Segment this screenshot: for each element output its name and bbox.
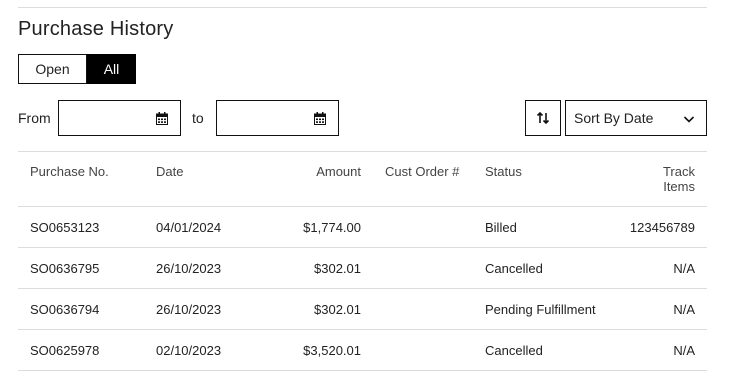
table-row[interactable]: SO0636795 26/10/2023 $302.01 Cancelled N… bbox=[18, 248, 707, 289]
table-row[interactable]: SO0636794 26/10/2023 $302.01 Pending Ful… bbox=[18, 289, 707, 330]
status-cell: Cancelled bbox=[485, 261, 543, 276]
header-track-line1: Track bbox=[662, 164, 695, 179]
amount-cell: $3,520.01 bbox=[303, 343, 361, 358]
purchase-no-cell[interactable]: SO0625978 bbox=[30, 343, 99, 358]
table-row[interactable]: SO0625978 02/10/2023 $3,520.01 Cancelled… bbox=[18, 330, 707, 371]
sort-by-value: Sort By Date bbox=[574, 110, 654, 126]
status-cell: Billed bbox=[485, 220, 517, 235]
header-amount[interactable]: Amount bbox=[316, 164, 361, 179]
header-date[interactable]: Date bbox=[156, 164, 183, 179]
table-header-row: Purchase No. Date Amount Cust Order # St… bbox=[18, 152, 707, 207]
from-date-input[interactable] bbox=[65, 101, 159, 135]
header-status[interactable]: Status bbox=[485, 164, 522, 179]
amount-cell: $1,774.00 bbox=[303, 220, 361, 235]
header-track-line2: Items bbox=[663, 179, 695, 194]
purchase-no-cell[interactable]: SO0636795 bbox=[30, 261, 99, 276]
page-title: Purchase History bbox=[18, 18, 174, 40]
header-cust-order[interactable]: Cust Order # bbox=[385, 164, 459, 179]
amount-cell: $302.01 bbox=[314, 261, 361, 276]
to-label: to bbox=[192, 110, 204, 126]
header-purchase-no[interactable]: Purchase No. bbox=[30, 164, 109, 179]
sort-by-select[interactable]: Sort By Date bbox=[565, 100, 707, 136]
to-date-input[interactable] bbox=[223, 101, 317, 135]
track-items-cell: N/A bbox=[673, 302, 695, 317]
purchase-no-cell[interactable]: SO0653123 bbox=[30, 220, 99, 235]
status-cell: Cancelled bbox=[485, 343, 543, 358]
date-cell: 02/10/2023 bbox=[156, 343, 222, 358]
track-items-cell[interactable]: 123456789 bbox=[630, 220, 695, 235]
to-date-field[interactable] bbox=[216, 100, 339, 136]
table-row[interactable]: SO0653123 04/01/2024 $1,774.00 Billed 12… bbox=[18, 207, 707, 248]
sort-direction-button[interactable] bbox=[525, 100, 561, 136]
date-cell: 26/10/2023 bbox=[156, 302, 222, 317]
header-track-items[interactable]: Track Items bbox=[663, 164, 695, 194]
date-cell: 04/01/2024 bbox=[156, 220, 222, 235]
order-filter-toggle: Open All bbox=[18, 54, 136, 84]
filter-all-button[interactable]: All bbox=[87, 54, 136, 84]
date-cell: 26/10/2023 bbox=[156, 261, 222, 276]
sort-direction-icon bbox=[536, 111, 550, 125]
top-divider bbox=[18, 7, 707, 8]
purchase-history-table: Purchase No. Date Amount Cust Order # St… bbox=[18, 151, 707, 371]
filter-open-button[interactable]: Open bbox=[18, 54, 87, 84]
purchase-no-cell[interactable]: SO0636794 bbox=[30, 302, 99, 317]
track-items-cell: N/A bbox=[673, 343, 695, 358]
track-items-cell: N/A bbox=[673, 261, 695, 276]
from-label: From bbox=[18, 110, 51, 126]
status-cell: Pending Fulfillment bbox=[485, 302, 596, 317]
from-date-field[interactable] bbox=[58, 100, 181, 136]
amount-cell: $302.01 bbox=[314, 302, 361, 317]
calendar-icon[interactable] bbox=[156, 112, 168, 125]
chevron-down-icon bbox=[683, 116, 695, 123]
calendar-icon[interactable] bbox=[314, 112, 326, 125]
